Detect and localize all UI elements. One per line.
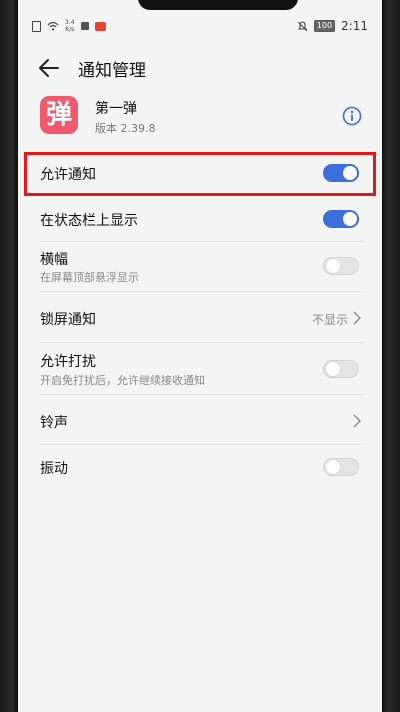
status-bar-display-toggle[interactable] [323, 210, 359, 228]
mute-bell-icon [297, 20, 308, 31]
vibration-toggle[interactable] [323, 458, 359, 476]
app-info: 弹 第一弹 版本 2.39.8 [18, 94, 382, 148]
banner-row[interactable]: 横幅 在屏幕顶部悬浮显示 [18, 242, 382, 292]
lock-screen-value: 不显示 [311, 313, 348, 327]
camera-notch [138, 0, 298, 10]
network-speed: 3.4 K/s [65, 19, 75, 33]
status-bar-display-row[interactable]: 在状态栏上显示 [18, 196, 382, 242]
status-bar-display-label: 在状态栏上显示 [40, 213, 138, 229]
notification-icon [80, 22, 89, 30]
lock-screen-label: 锁屏通知 [40, 312, 96, 328]
allow-dnd-description: 开启免打扰后，允许继续接收通知 [40, 374, 205, 387]
screen: 3.4 K/s 100 2:11 通知管理 弹 第一弹 版本 2.39.8 允许… [18, 0, 382, 712]
status-bar: 3.4 K/s 100 2:11 [18, 15, 382, 41]
banner-toggle[interactable] [323, 257, 359, 275]
battery-indicator: 100 [313, 20, 336, 32]
allow-notifications-row[interactable]: 允许通知 [18, 152, 382, 196]
allow-notifications-toggle[interactable] [323, 164, 359, 182]
ringtone-label: 铃声 [40, 415, 68, 431]
allow-dnd-toggle[interactable] [323, 360, 359, 378]
clock: 2:11 [341, 19, 368, 33]
header: 通知管理 [18, 48, 382, 88]
chevron-right-icon [353, 311, 361, 325]
app-icon: 弹 [40, 96, 78, 134]
ringtone-row[interactable]: 铃声 [18, 395, 382, 445]
allow-dnd-row[interactable]: 允许打扰 开启免打扰后，允许继续接收通知 [18, 343, 382, 395]
vibration-label: 振动 [40, 461, 68, 477]
app-version: 版本 2.39.8 [95, 122, 156, 135]
vibration-row[interactable]: 振动 [18, 445, 382, 491]
phone-frame: 3.4 K/s 100 2:11 通知管理 弹 第一弹 版本 2.39.8 允许… [0, 0, 400, 712]
page-title: 通知管理 [78, 61, 146, 81]
lock-screen-row[interactable]: 锁屏通知 不显示 [18, 292, 382, 343]
banner-label: 横幅 [40, 252, 68, 268]
app-name: 第一弹 [95, 101, 137, 117]
allow-notifications-label: 允许通知 [40, 167, 96, 183]
back-arrow-icon[interactable] [38, 58, 60, 78]
wifi-icon [47, 21, 59, 31]
banner-description: 在屏幕顶部悬浮显示 [40, 271, 139, 284]
app-notification-icon [94, 21, 106, 31]
allow-dnd-label: 允许打扰 [40, 354, 96, 370]
chevron-right-icon [353, 414, 361, 428]
info-icon[interactable] [342, 106, 362, 126]
sim-card-icon [32, 20, 41, 32]
